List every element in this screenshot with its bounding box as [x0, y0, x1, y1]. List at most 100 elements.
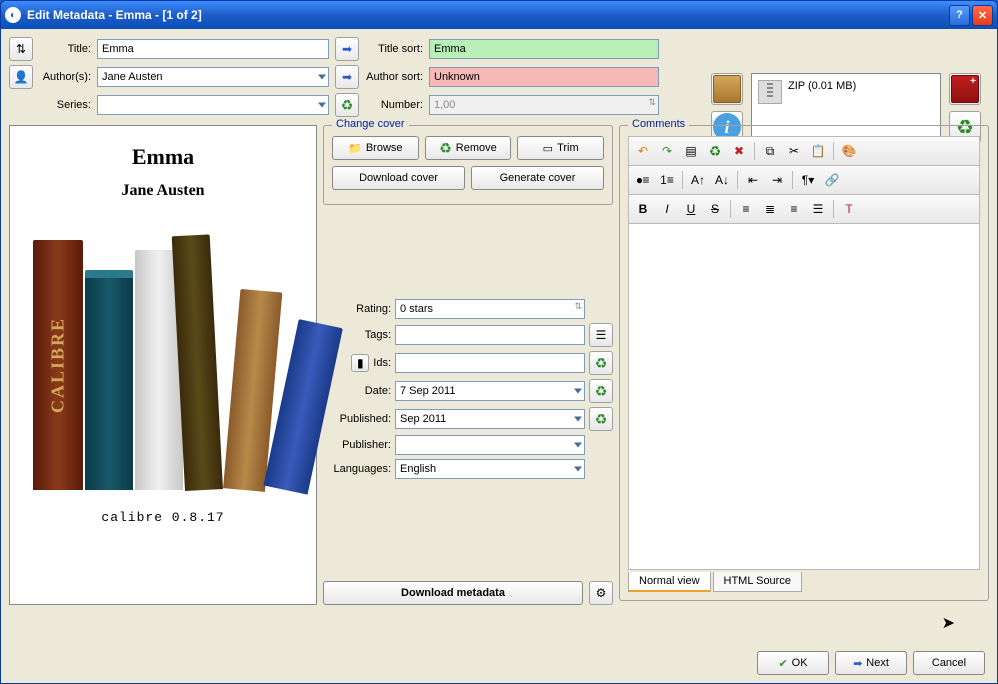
download-metadata-settings-icon[interactable]: ⚙	[589, 581, 613, 605]
link-icon[interactable]: 🔗	[821, 169, 843, 191]
comments-fieldset: Comments ↶ ↷ ▤ ♻ ✖ ⧉ ✂ 📋 🎨	[619, 125, 989, 601]
strike-icon[interactable]: S	[704, 198, 726, 220]
zip-format-label[interactable]: ZIP (0.01 MB)	[788, 80, 856, 92]
tab-html-source[interactable]: HTML Source	[713, 572, 802, 592]
trim-button[interactable]: ▭Trim	[517, 136, 604, 160]
superscript-icon[interactable]: A↑	[687, 169, 709, 191]
cut-icon[interactable]: ✂	[783, 140, 805, 162]
font-color-icon[interactable]: T	[838, 198, 860, 220]
download-metadata-button[interactable]: Download metadata	[323, 581, 583, 605]
align-right-icon[interactable]: ≡	[783, 198, 805, 220]
remove-cover-button[interactable]: ♻Remove	[425, 136, 512, 160]
number-input[interactable]	[429, 95, 659, 115]
paste-icon[interactable]: 📋	[807, 140, 829, 162]
title-sort-label: Title sort:	[365, 43, 423, 55]
check-icon: ✔	[778, 657, 787, 670]
published-label: Published:	[323, 413, 391, 425]
series-recycle-icon[interactable]: ♻	[335, 93, 359, 117]
browse-button[interactable]: 📁Browse	[332, 136, 419, 160]
title-sort-input[interactable]	[429, 39, 659, 59]
arrow-right-icon: ➡	[853, 657, 862, 670]
change-cover-legend: Change cover	[332, 118, 409, 130]
edit-metadata-window: ◐ Edit Metadata - Emma - [1 of 2] ? ✕ ⇅ …	[0, 0, 998, 684]
remove-format-icon[interactable]: ✖	[728, 140, 750, 162]
date-input[interactable]	[395, 381, 585, 401]
copy-icon[interactable]: ⧉	[759, 140, 781, 162]
title-input[interactable]	[97, 39, 329, 59]
app-icon: ◐	[5, 7, 21, 23]
bold-icon[interactable]: B	[632, 198, 654, 220]
editor-toolbar-3: B I U S ≡ ≣ ≡ ☰ T	[628, 195, 980, 224]
rating-input[interactable]	[395, 299, 585, 319]
ids-book-icon[interactable]: ▮	[351, 354, 369, 372]
help-button[interactable]: ?	[949, 5, 970, 26]
tags-input[interactable]	[395, 325, 585, 345]
undo-icon[interactable]: ↶	[632, 140, 654, 162]
published-recycle-icon[interactable]: ♻	[589, 407, 613, 431]
redo-icon[interactable]: ↷	[656, 140, 678, 162]
color-icon[interactable]: 🎨	[838, 140, 860, 162]
editor-toolbar: ↶ ↷ ▤ ♻ ✖ ⧉ ✂ 📋 🎨	[628, 136, 980, 166]
title-swap-icon[interactable]: ⇅	[9, 37, 33, 61]
publisher-label: Publisher:	[323, 439, 391, 451]
recycle-icon: ♻	[439, 140, 452, 157]
indent-plus-icon[interactable]: ⇥	[766, 169, 788, 191]
list-ol-icon[interactable]: 1≡	[656, 169, 678, 191]
languages-label: Languages:	[323, 463, 391, 475]
tab-normal-view[interactable]: Normal view	[628, 572, 711, 592]
content-area: ⇅ Title: ➡ Title sort: 👤 Author(s): ➡ Au…	[1, 29, 997, 683]
align-center-icon[interactable]: ≣	[759, 198, 781, 220]
mouse-cursor: ➤	[942, 613, 955, 633]
author-arrow-icon[interactable]: ➡	[335, 65, 359, 89]
editor-toolbar-2: ⦁≡ 1≡ A↑ A↓ ⇤ ⇥ ¶▾ 🔗	[628, 166, 980, 195]
align-justify-icon[interactable]: ☰	[807, 198, 829, 220]
select-all-icon[interactable]: ▤	[680, 140, 702, 162]
underline-icon[interactable]: U	[680, 198, 702, 220]
title-arrow-icon[interactable]: ➡	[335, 37, 359, 61]
folder-icon: 📁	[348, 142, 362, 155]
add-format-button[interactable]	[949, 73, 981, 105]
author-sort-label: Author sort:	[365, 71, 423, 83]
indent-minus-icon[interactable]: ⇤	[742, 169, 764, 191]
dialog-buttons: ✔OK ➡Next Cancel	[757, 651, 985, 675]
authors-combo[interactable]	[97, 67, 329, 87]
date-recycle-icon[interactable]: ♻	[589, 379, 613, 403]
rating-label: Rating:	[323, 303, 391, 315]
comments-editor[interactable]	[628, 224, 980, 570]
next-button[interactable]: ➡Next	[835, 651, 907, 675]
cover-preview[interactable]: Emma Jane Austen calibre 0.8.17	[9, 125, 317, 605]
ids-recycle-icon[interactable]: ♻	[589, 351, 613, 375]
book-format-icon[interactable]	[711, 73, 743, 105]
published-input[interactable]	[395, 409, 585, 429]
cover-books-image	[23, 210, 303, 490]
italic-icon[interactable]: I	[656, 198, 678, 220]
generate-cover-button[interactable]: Generate cover	[471, 166, 604, 190]
publisher-combo[interactable]	[395, 435, 585, 455]
languages-combo[interactable]	[395, 459, 585, 479]
author-icon[interactable]: 👤	[9, 65, 33, 89]
cover-author: Jane Austen	[121, 182, 204, 200]
download-cover-button[interactable]: Download cover	[332, 166, 465, 190]
align-left-icon[interactable]: ≡	[735, 198, 757, 220]
list-ul-icon[interactable]: ⦁≡	[632, 169, 654, 191]
change-cover-fieldset: Change cover 📁Browse ♻Remove ▭Trim Downl…	[323, 125, 613, 205]
author-sort-input[interactable]	[429, 67, 659, 87]
paragraph-icon[interactable]: ¶▾	[797, 169, 819, 191]
cover-title: Emma	[132, 144, 194, 170]
ids-label: Ids:	[373, 357, 391, 369]
tags-edit-icon[interactable]: ☰	[589, 323, 613, 347]
cover-footer: calibre 0.8.17	[101, 510, 224, 525]
series-combo[interactable]	[97, 95, 329, 115]
date-label: Date:	[323, 385, 391, 397]
series-label: Series:	[39, 99, 91, 111]
number-label: Number:	[365, 99, 423, 111]
window-title: Edit Metadata - Emma - [1 of 2]	[27, 8, 949, 22]
ids-input[interactable]	[395, 353, 585, 373]
trim-icon: ▭	[543, 142, 553, 155]
ok-button[interactable]: ✔OK	[757, 651, 829, 675]
close-button[interactable]: ✕	[972, 5, 993, 26]
authors-label: Author(s):	[39, 71, 91, 83]
recycle-toolbar-icon[interactable]: ♻	[704, 140, 726, 162]
subscript-icon[interactable]: A↓	[711, 169, 733, 191]
cancel-button[interactable]: Cancel	[913, 651, 985, 675]
